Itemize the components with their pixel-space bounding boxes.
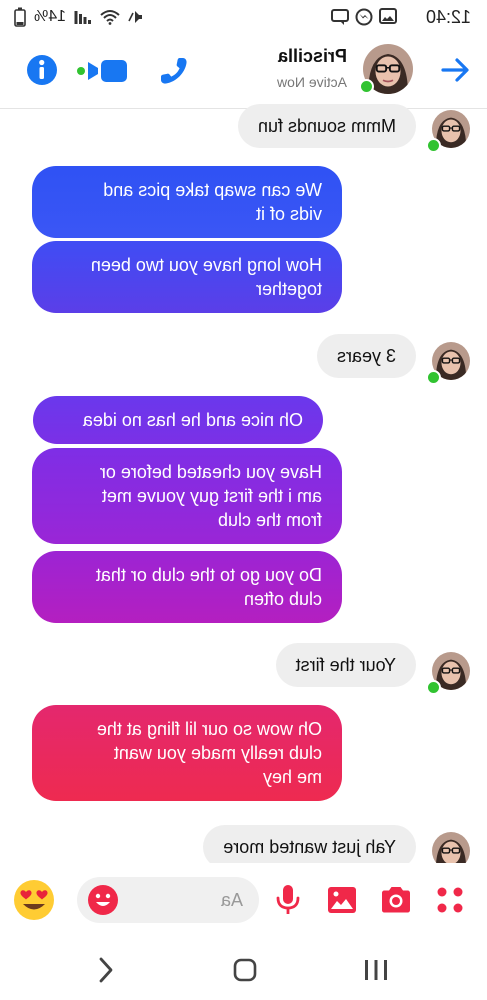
gallery-icon[interactable] bbox=[325, 883, 359, 917]
message-line: vids of it bbox=[255, 204, 322, 224]
online-indicator bbox=[426, 138, 441, 153]
online-indicator bbox=[426, 680, 441, 695]
phone-icon[interactable] bbox=[157, 54, 191, 88]
message-bubble-incoming[interactable]: Mmm sounds fun bbox=[237, 104, 416, 148]
input-placeholder: Aa bbox=[220, 890, 243, 910]
more-dots-icon[interactable] bbox=[433, 883, 467, 917]
message-line: from the club bbox=[217, 510, 322, 530]
status-time: 12:40 bbox=[425, 7, 471, 27]
status-bar: 12:40 14% bbox=[0, 0, 487, 34]
message-bubble-incoming[interactable]: 3 years bbox=[316, 334, 416, 378]
message-bubble-outgoing[interactable]: Have you cheated before or am i the firs… bbox=[32, 448, 342, 544]
contact-status: Active Now bbox=[276, 74, 347, 90]
message-bubble-outgoing[interactable]: We can swap take pics and vids of it bbox=[32, 166, 342, 238]
message-bubble-incoming[interactable]: Your the first bbox=[275, 643, 416, 687]
message-line: Do you go to the club or that bbox=[95, 565, 322, 585]
message-line: club often bbox=[243, 589, 322, 609]
message-bubble-outgoing[interactable]: Do you go to the club or that club often bbox=[32, 551, 342, 623]
message-line: me hey bbox=[262, 767, 322, 787]
wifi-icon bbox=[100, 10, 120, 25]
home-icon[interactable] bbox=[233, 958, 257, 982]
info-icon[interactable] bbox=[25, 53, 59, 87]
message-line: How long have you two been bbox=[90, 255, 322, 275]
message-composer: Aa bbox=[0, 863, 487, 940]
message-line: together bbox=[255, 279, 322, 299]
smiley-icon[interactable] bbox=[87, 884, 119, 916]
mirrored-screen: 12:40 14% Priscilla Active Now Mmm sound… bbox=[0, 0, 487, 1000]
heart-eyes-emoji-icon[interactable] bbox=[13, 879, 55, 921]
back-chevron-icon[interactable] bbox=[95, 956, 115, 984]
message-line: We can swap take pics and bbox=[103, 180, 322, 200]
online-indicator bbox=[426, 370, 441, 385]
message-line: Oh wow so our lil fling at the bbox=[96, 719, 322, 739]
message-line: am i the first guy youve met bbox=[101, 486, 322, 506]
battery-icon bbox=[14, 7, 26, 27]
online-indicator bbox=[359, 79, 374, 94]
message-input[interactable]: Aa bbox=[77, 877, 259, 923]
battery-percent: 14% bbox=[34, 8, 67, 25]
status-left-icons bbox=[331, 8, 397, 26]
message-bubble-outgoing[interactable]: How long have you two been together bbox=[32, 241, 342, 313]
status-right-icons: 14% bbox=[14, 7, 144, 27]
message-bubble-outgoing[interactable]: Oh wow so our lil fling at the club real… bbox=[32, 705, 342, 801]
signal-icon bbox=[74, 11, 92, 24]
screen: 12:40 14% Priscilla Active Now Mmm sound… bbox=[0, 0, 487, 1000]
messenger-icon bbox=[355, 8, 373, 26]
mute-icon bbox=[128, 11, 143, 23]
conversation-header: Priscilla Active Now bbox=[0, 34, 487, 109]
message-bubble-outgoing[interactable]: Oh nice and he has no idea bbox=[33, 396, 323, 444]
microphone-icon[interactable] bbox=[271, 883, 305, 917]
video-icon[interactable] bbox=[77, 54, 129, 88]
image-icon bbox=[379, 8, 397, 24]
message-line: club really made you want bbox=[113, 743, 322, 763]
chat-icon bbox=[331, 9, 349, 25]
message-line: Have you cheated before or bbox=[99, 462, 322, 482]
system-navigation-bar bbox=[0, 940, 487, 1000]
message-line: Oh nice and he has no idea bbox=[82, 410, 303, 430]
contact-name[interactable]: Priscilla bbox=[278, 46, 347, 67]
back-arrow-icon[interactable] bbox=[437, 52, 473, 88]
camera-icon[interactable] bbox=[379, 883, 413, 917]
message-list[interactable]: Mmm sounds fun We can swap take pics and… bbox=[0, 104, 487, 870]
recent-apps-icon[interactable] bbox=[361, 958, 391, 982]
